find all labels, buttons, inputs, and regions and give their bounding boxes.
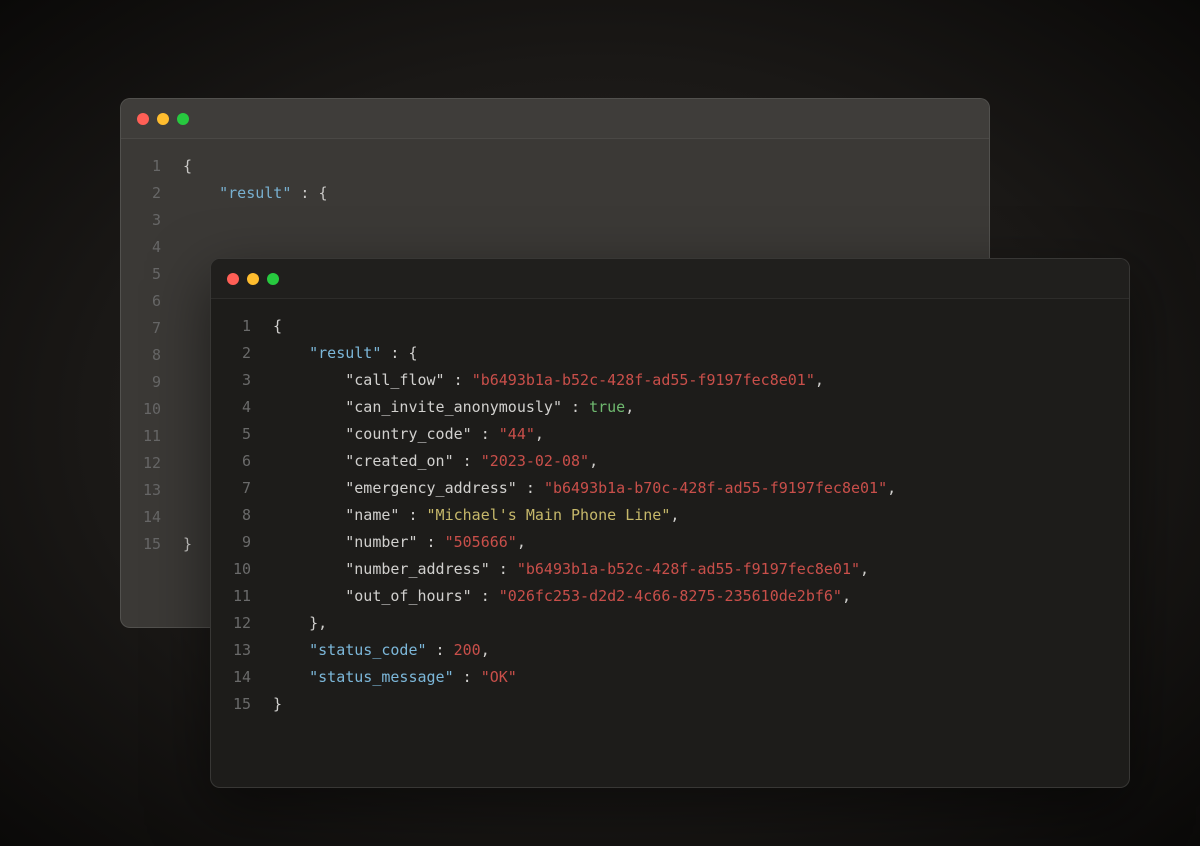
line-number: 15: [129, 531, 161, 558]
maximize-icon[interactable]: [267, 273, 279, 285]
close-icon[interactable]: [227, 273, 239, 285]
code-line: 1{: [219, 313, 1111, 340]
line-number: 12: [219, 610, 251, 637]
line-content: "status_message" : "OK": [273, 664, 517, 691]
minimize-icon[interactable]: [247, 273, 259, 285]
code-line: 7 "emergency_address" : "b6493b1a-b70c-4…: [219, 475, 1111, 502]
line-content: "country_code" : "44",: [273, 421, 544, 448]
code-line: 12 },: [219, 610, 1111, 637]
line-number: 1: [219, 313, 251, 340]
title-bar-back: [121, 99, 989, 139]
code-line: 2 "result" : {: [129, 180, 971, 207]
line-content: [183, 207, 255, 234]
line-content: }: [183, 531, 192, 558]
line-number: 8: [129, 342, 161, 369]
line-number: 10: [219, 556, 251, 583]
line-content: "result" : {: [273, 340, 418, 367]
close-icon[interactable]: [137, 113, 149, 125]
line-content: "emergency_address" : "b6493b1a-b70c-428…: [273, 475, 896, 502]
line-number: 4: [219, 394, 251, 421]
line-content: "out_of_hours" : "026fc253-d2d2-4c66-827…: [273, 583, 851, 610]
code-line: 4 "can_invite_anonymously" : true,: [219, 394, 1111, 421]
line-number: 14: [219, 664, 251, 691]
code-line: 9 "number" : "505666",: [219, 529, 1111, 556]
line-number: 8: [219, 502, 251, 529]
line-number: 9: [219, 529, 251, 556]
line-number: 15: [219, 691, 251, 718]
line-content: "created_on" : "2023-02-08",: [273, 448, 598, 475]
code-line: 10 "number_address" : "b6493b1a-b52c-428…: [219, 556, 1111, 583]
line-content: "can_invite_anonymously" : true,: [273, 394, 634, 421]
code-line: 8 "name" : "Michael's Main Phone Line",: [219, 502, 1111, 529]
line-number: 7: [129, 315, 161, 342]
line-content: "call_flow" : "b6493b1a-b52c-428f-ad55-f…: [273, 367, 824, 394]
line-content: "number_address" : "b6493b1a-b52c-428f-a…: [273, 556, 869, 583]
line-number: 6: [219, 448, 251, 475]
line-content: {: [273, 313, 282, 340]
line-number: 12: [129, 450, 161, 477]
line-number: 11: [129, 423, 161, 450]
line-content: "result" : {: [183, 180, 328, 207]
code-line: 11 "out_of_hours" : "026fc253-d2d2-4c66-…: [219, 583, 1111, 610]
minimize-icon[interactable]: [157, 113, 169, 125]
line-number: 5: [219, 421, 251, 448]
line-number: 13: [129, 477, 161, 504]
line-number: 2: [219, 340, 251, 367]
code-area-front: 1{2 "result" : {3 "call_flow" : "b6493b1…: [211, 299, 1129, 732]
line-content: }: [273, 691, 282, 718]
line-number: 9: [129, 369, 161, 396]
code-line: 1{: [129, 153, 971, 180]
code-line: 3 "call_flow" : "b6493b1a-b52c-428f-ad55…: [219, 367, 1111, 394]
maximize-icon[interactable]: [177, 113, 189, 125]
line-number: 14: [129, 504, 161, 531]
line-number: 3: [219, 367, 251, 394]
line-content: "name" : "Michael's Main Phone Line",: [273, 502, 679, 529]
line-number: 13: [219, 637, 251, 664]
line-number: 10: [129, 396, 161, 423]
line-number: 2: [129, 180, 161, 207]
code-line: 5 "country_code" : "44",: [219, 421, 1111, 448]
line-number: 6: [129, 288, 161, 315]
line-content: "status_code" : 200,: [273, 637, 490, 664]
code-line: 15}: [219, 691, 1111, 718]
code-line: 4: [129, 234, 971, 261]
code-line: 3: [129, 207, 971, 234]
code-window-front: 1{2 "result" : {3 "call_flow" : "b6493b1…: [210, 258, 1130, 788]
line-content: },: [273, 610, 327, 637]
line-number: 11: [219, 583, 251, 610]
line-number: 4: [129, 234, 161, 261]
code-line: 2 "result" : {: [219, 340, 1111, 367]
line-number: 1: [129, 153, 161, 180]
line-number: 3: [129, 207, 161, 234]
line-content: "number" : "505666",: [273, 529, 526, 556]
line-number: 5: [129, 261, 161, 288]
title-bar-front: [211, 259, 1129, 299]
line-number: 7: [219, 475, 251, 502]
code-line: 6 "created_on" : "2023-02-08",: [219, 448, 1111, 475]
code-line: 13 "status_code" : 200,: [219, 637, 1111, 664]
code-line: 14 "status_message" : "OK": [219, 664, 1111, 691]
line-content: {: [183, 153, 192, 180]
